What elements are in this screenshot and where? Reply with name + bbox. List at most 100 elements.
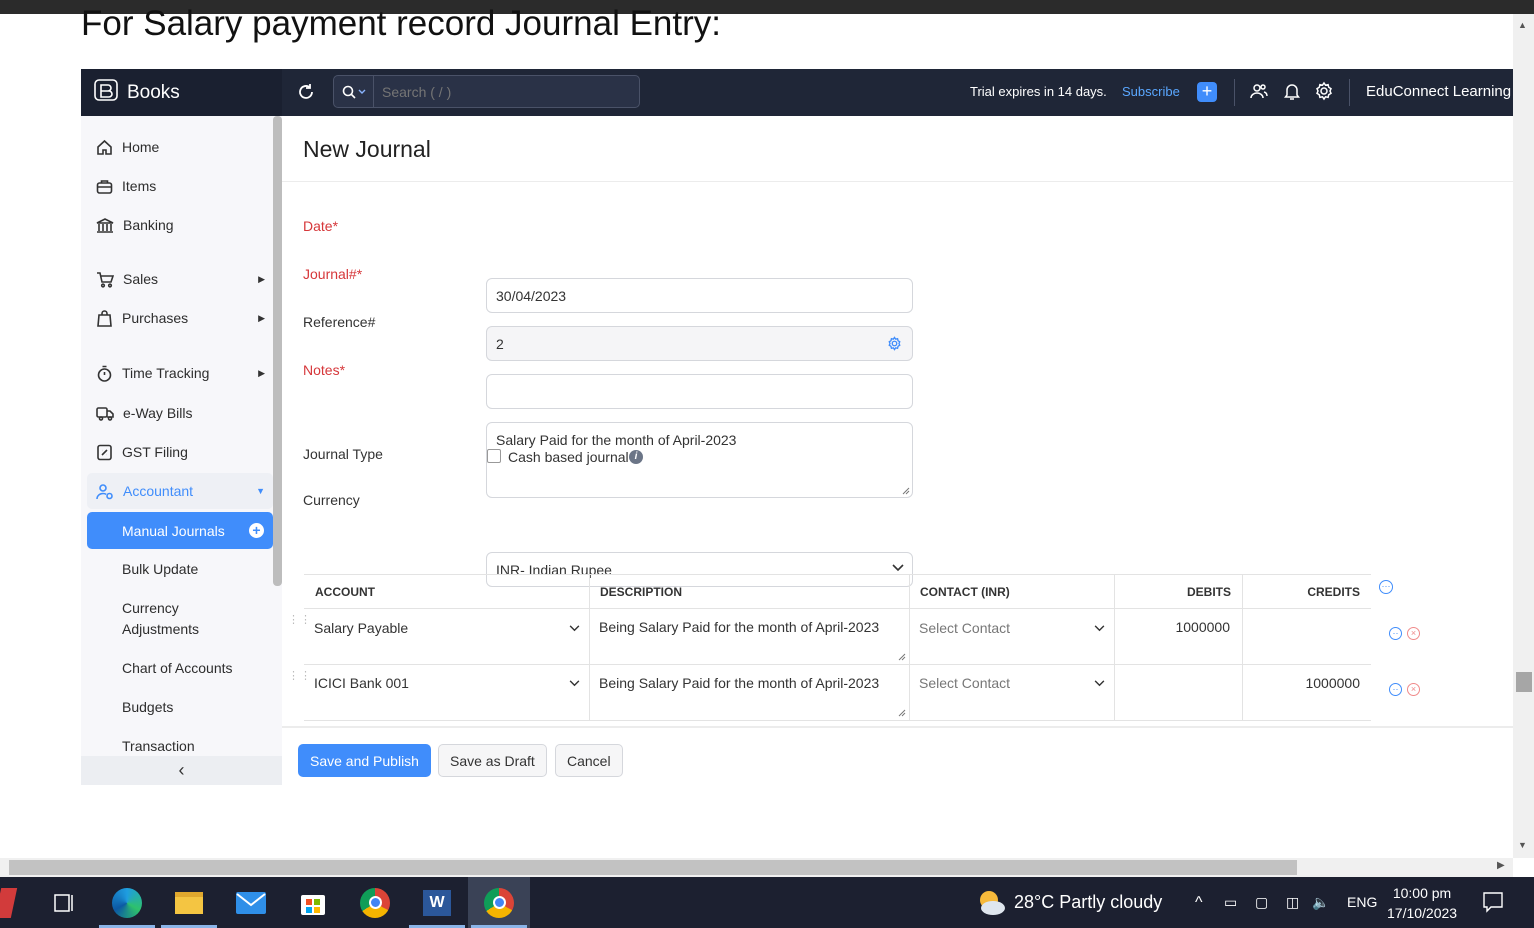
organization-name[interactable]: EduConnect Learning	[1366, 83, 1511, 100]
store-icon[interactable]	[282, 877, 344, 928]
sidebar-item-gst-filing[interactable]: GST Filing	[87, 434, 273, 470]
expand-caret-icon[interactable]: ▶	[258, 368, 265, 379]
chrome-active-icon[interactable]	[468, 877, 530, 928]
search-input[interactable]	[374, 83, 624, 100]
more-options-icon[interactable]: ···	[1379, 580, 1393, 594]
sidebar-item-banking[interactable]: Banking	[87, 207, 273, 243]
edge-browser-icon[interactable]	[96, 877, 158, 928]
volume-icon[interactable]: 🔈	[1312, 894, 1329, 911]
scroll-right-arrow-icon[interactable]: ▶	[1497, 860, 1505, 871]
pinned-app-icon[interactable]	[0, 877, 32, 928]
books-app: Books Trial expires in 14 days. Subscrib…	[81, 69, 1513, 785]
sidebar-subitem-currency-adjustments[interactable]: Currency Adjustments	[122, 598, 242, 640]
resize-handle-icon[interactable]	[902, 487, 910, 495]
expand-caret-icon[interactable]: ▶	[258, 274, 265, 285]
collapse-sidebar-chevron-icon[interactable]: ‹	[81, 756, 282, 785]
cash-based-checkbox[interactable]	[487, 449, 501, 463]
column-header-description: DESCRIPTION	[600, 585, 683, 599]
word-icon[interactable]: W	[406, 877, 468, 928]
task-view-icon[interactable]	[33, 877, 95, 928]
battery-icon[interactable]: ▭	[1224, 894, 1237, 911]
sidebar-subitem-bulk-update[interactable]: Bulk Update	[122, 559, 198, 580]
search-icon[interactable]	[334, 76, 374, 107]
sidebar-item-accountant[interactable]: Accountant ▼	[87, 473, 273, 509]
row-options-icon[interactable]: ··	[1389, 627, 1402, 640]
save-and-publish-button[interactable]: Save and Publish	[298, 744, 431, 777]
description-value[interactable]: Being Salary Paid for the month of April…	[599, 675, 899, 691]
subscribe-link[interactable]: Subscribe	[1122, 84, 1180, 99]
truck-icon	[96, 406, 114, 421]
scroll-thumb[interactable]	[1516, 672, 1532, 692]
brand[interactable]: Books	[81, 69, 282, 116]
sidebar-item-home[interactable]: Home	[87, 129, 273, 165]
gst-icon	[97, 444, 112, 460]
system-clock[interactable]: 10:00 pm 17/10/2023	[1387, 883, 1457, 923]
reference-field[interactable]	[486, 374, 913, 409]
description-value[interactable]: Being Salary Paid for the month of April…	[599, 619, 899, 635]
add-journal-plus-icon[interactable]: +	[249, 523, 264, 538]
sidebar-item-purchases[interactable]: Purchases ▶	[87, 300, 273, 336]
collapse-caret-icon[interactable]: ▼	[256, 486, 265, 496]
horizontal-scrollbar[interactable]: ▶	[0, 858, 1513, 877]
weather-text[interactable]: 28°C Partly cloudy	[1014, 892, 1162, 913]
resize-handle-icon[interactable]	[898, 709, 906, 717]
remove-row-icon[interactable]: ×	[1407, 683, 1420, 696]
sidebar-subitem-chart-of-accounts[interactable]: Chart of Accounts	[122, 658, 233, 679]
network-icon[interactable]: ▢	[1255, 894, 1268, 911]
meet-now-icon[interactable]: ◫	[1286, 894, 1299, 911]
account-value[interactable]: Salary Payable	[314, 620, 408, 636]
sidebar-item-items[interactable]: Items	[87, 168, 273, 204]
save-as-draft-button[interactable]: Save as Draft	[438, 744, 547, 777]
chrome-icon[interactable]	[344, 877, 406, 928]
sidebar-scrollbar[interactable]	[273, 116, 282, 586]
sidebar-item-eway-bills[interactable]: e-Way Bills	[87, 395, 273, 431]
vertical-scrollbar[interactable]: ▲ ▼	[1513, 14, 1534, 858]
mail-icon[interactable]	[220, 877, 282, 928]
quick-create-plus-icon[interactable]: +	[1197, 82, 1217, 102]
row-options-icon[interactable]: ··	[1389, 683, 1402, 696]
users-icon[interactable]	[1249, 81, 1271, 103]
info-icon[interactable]: i	[629, 450, 643, 464]
scroll-thumb[interactable]	[9, 860, 1297, 875]
drag-handle-icon[interactable]: ⋮⋮	[288, 671, 312, 682]
settings-gear-icon[interactable]	[1314, 81, 1336, 103]
chevron-down-icon[interactable]	[569, 680, 580, 687]
sidebar-item-sales[interactable]: Sales ▶	[87, 261, 273, 297]
journal-type-label: Journal Type	[303, 446, 383, 462]
language-indicator[interactable]: ENG	[1347, 894, 1377, 910]
scroll-down-arrow-icon[interactable]: ▼	[1518, 840, 1527, 850]
cancel-button[interactable]: Cancel	[555, 744, 623, 777]
sidebar-subitem-manual-journals[interactable]: Manual Journals +	[87, 512, 273, 549]
brand-name: Books	[127, 81, 180, 103]
contact-select[interactable]: Select Contact	[919, 620, 1010, 636]
remove-row-icon[interactable]: ×	[1407, 627, 1420, 640]
debit-value[interactable]: 1000000	[1114, 619, 1230, 635]
journal-number-settings-gear-icon[interactable]	[887, 336, 902, 354]
chevron-down-icon[interactable]	[1094, 680, 1105, 687]
table-row: ⋮⋮ ICICI Bank 001 Being Salary Paid for …	[288, 665, 1420, 721]
sidebar-item-time-tracking[interactable]: Time Tracking ▶	[87, 355, 273, 391]
drag-handle-icon[interactable]: ⋮⋮	[288, 615, 312, 626]
expand-caret-icon[interactable]: ▶	[258, 313, 265, 324]
chevron-down-icon[interactable]	[569, 625, 580, 632]
resize-handle-icon[interactable]	[898, 653, 906, 661]
show-hidden-icons-chevron-icon[interactable]: ^	[1195, 894, 1203, 912]
notification-center-icon[interactable]	[1482, 891, 1504, 918]
file-explorer-icon[interactable]	[158, 877, 220, 928]
recent-activity-icon[interactable]	[296, 82, 318, 104]
clock-date: 17/10/2023	[1387, 905, 1458, 921]
chevron-down-icon[interactable]	[1094, 625, 1105, 632]
sidebar-subitem-budgets[interactable]: Budgets	[122, 697, 173, 718]
account-value[interactable]: ICICI Bank 001	[314, 675, 409, 691]
notification-bell-icon[interactable]	[1282, 81, 1304, 103]
contact-select[interactable]: Select Contact	[919, 675, 1010, 691]
credit-value[interactable]: 1000000	[1242, 675, 1360, 691]
scroll-up-arrow-icon[interactable]: ▲	[1518, 20, 1527, 30]
search-box[interactable]	[333, 75, 640, 108]
sidebar-item-label: Accountant	[123, 483, 194, 499]
sidebar-subitem-transaction[interactable]: Transaction	[122, 736, 195, 757]
journal-number-field[interactable]: 2	[486, 326, 913, 361]
partly-cloudy-weather-icon	[975, 888, 1007, 921]
date-field[interactable]: 30/04/2023	[486, 278, 913, 313]
document-heading: For Salary payment record Journal Entry:	[81, 4, 721, 43]
